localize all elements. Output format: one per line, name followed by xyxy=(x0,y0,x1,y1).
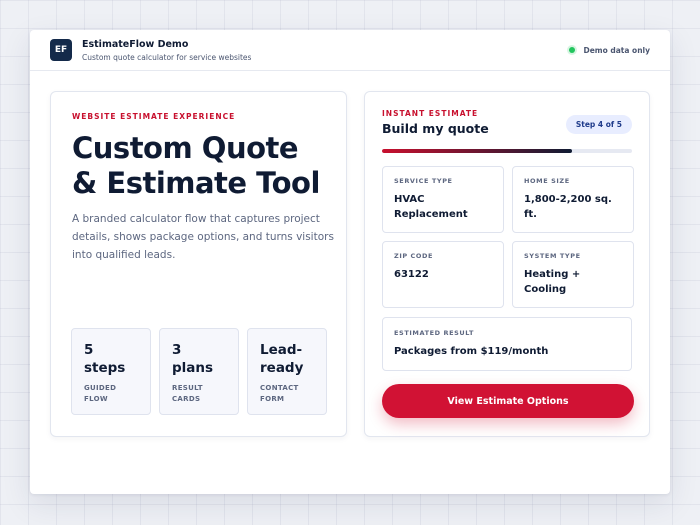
stat-label-line: GUIDED xyxy=(84,384,117,392)
field-value: Heating + Cooling xyxy=(524,269,581,295)
stats-row: 5 steps GUIDED FLOW 3 plans RESULT CARDS… xyxy=(71,328,327,415)
stat-value: 5 steps xyxy=(84,342,126,376)
app-subtitle: Custom quote calculator for service webs… xyxy=(82,52,252,62)
estimated-result: ESTIMATED RESULT Packages from $119/mont… xyxy=(382,317,632,371)
stat-card-plans: 3 plans RESULT CARDS xyxy=(159,328,239,415)
headline-line-1: Custom Quote xyxy=(72,131,299,165)
stat-value: 3 plans xyxy=(172,342,214,376)
quote-eyebrow: INSTANT ESTIMATE xyxy=(382,109,479,118)
status-text: Demo data only xyxy=(583,45,650,55)
stat-value: Lead-ready xyxy=(260,342,304,376)
field-label: SERVICE TYPE xyxy=(394,177,453,185)
quote-card: INSTANT ESTIMATE Build my quote Step 4 o… xyxy=(364,91,650,437)
hero-card: WEBSITE ESTIMATE EXPERIENCE Custom Quote… xyxy=(50,91,347,437)
field-home-size[interactable]: HOME SIZE 1,800-2,200 sq. ft. xyxy=(512,166,634,233)
hero-headline: Custom Quote & Estimate Tool xyxy=(72,131,325,201)
progress-bar xyxy=(382,149,632,153)
stat-label-line: CONTACT xyxy=(260,384,299,392)
stat-label-line: FORM xyxy=(260,395,285,403)
stat-label-line: CARDS xyxy=(172,395,201,403)
status-indicator: Demo data only xyxy=(569,46,650,55)
logo: EF xyxy=(50,39,72,61)
app-title: EstimateFlow Demo xyxy=(82,38,189,50)
stat-label-line: RESULT xyxy=(172,384,203,392)
quote-heading: INSTANT ESTIMATE Build my quote xyxy=(382,109,489,136)
stat-label: CONTACT FORM xyxy=(260,383,314,405)
headline-line-2: & Estimate Tool xyxy=(72,166,320,200)
progress-fill xyxy=(382,149,572,153)
status-dot-icon xyxy=(569,47,576,53)
stat-label-line: FLOW xyxy=(84,395,108,403)
stat-label: RESULT CARDS xyxy=(172,383,226,405)
field-value: HVAC Replacement xyxy=(394,194,468,220)
field-zip-code[interactable]: ZIP CODE 63122 xyxy=(382,241,504,308)
stat-card-lead: Lead-ready CONTACT FORM xyxy=(247,328,327,415)
field-value: 63122 xyxy=(394,269,429,280)
view-estimate-options-button[interactable]: View Estimate Options xyxy=(382,384,634,418)
top-bar: EF EstimateFlow Demo Custom quote calcul… xyxy=(30,30,670,71)
quote-header: INSTANT ESTIMATE Build my quote Step 4 o… xyxy=(382,109,632,136)
brand: EstimateFlow Demo Custom quote calculato… xyxy=(82,38,251,63)
stat-card-steps: 5 steps GUIDED FLOW xyxy=(71,328,151,415)
step-badge: Step 4 of 5 xyxy=(565,115,632,134)
field-value: 1,800-2,200 sq. ft. xyxy=(524,194,612,220)
result-value: Packages from $119/month xyxy=(394,346,549,357)
hero-description: A branded calculator flow that captures … xyxy=(72,213,334,261)
result-label: ESTIMATED RESULT xyxy=(394,329,475,337)
quote-title: Build my quote xyxy=(382,121,489,136)
hero-eyebrow: WEBSITE ESTIMATE EXPERIENCE xyxy=(72,112,236,121)
quote-fields: SERVICE TYPE HVAC Replacement HOME SIZE … xyxy=(382,166,634,308)
field-system-type[interactable]: SYSTEM TYPE Heating + Cooling xyxy=(512,241,634,308)
app-window: EF EstimateFlow Demo Custom quote calcul… xyxy=(30,30,670,494)
stat-label: GUIDED FLOW xyxy=(84,383,138,405)
field-label: SYSTEM TYPE xyxy=(524,252,581,260)
field-service-type[interactable]: SERVICE TYPE HVAC Replacement xyxy=(382,166,504,233)
field-label: HOME SIZE xyxy=(524,177,570,185)
field-label: ZIP CODE xyxy=(394,252,434,260)
